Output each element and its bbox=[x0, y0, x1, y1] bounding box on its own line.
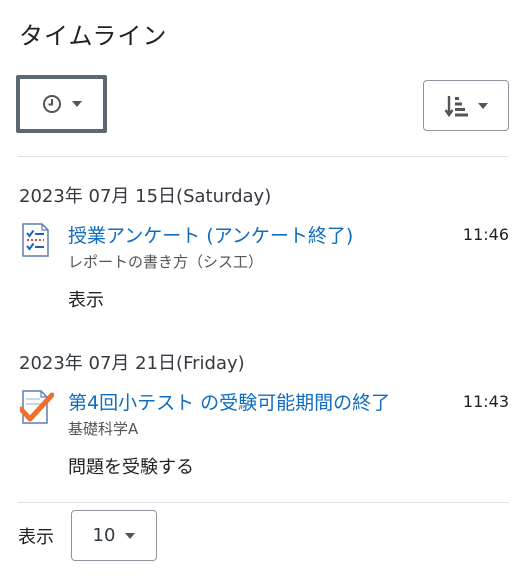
date-heading: 2023年 07月 15日(Saturday) bbox=[19, 186, 272, 207]
quiz-icon bbox=[18, 389, 55, 429]
event-link[interactable]: 第4回小テスト の受験可能期間の終了 bbox=[68, 388, 390, 415]
page-title: タイムライン bbox=[19, 22, 168, 50]
sort-dropdown-button[interactable] bbox=[423, 80, 509, 131]
chevron-down-icon bbox=[125, 532, 136, 539]
page-size-value: 10 bbox=[92, 525, 116, 546]
chevron-down-icon bbox=[478, 102, 488, 109]
clock-icon bbox=[42, 94, 62, 114]
chevron-down-icon bbox=[71, 101, 82, 107]
event-time: 11:46 bbox=[462, 225, 509, 244]
event-action-link[interactable]: 問題を受験する bbox=[68, 453, 194, 479]
date-heading: 2023年 07月 21日(Friday) bbox=[19, 353, 245, 374]
event-link[interactable]: 授業アンケート (アンケート終了) bbox=[68, 221, 353, 248]
page-size-select[interactable]: 10 bbox=[71, 510, 157, 561]
filter-dropdown-button[interactable] bbox=[16, 75, 107, 133]
page-size-label: 表示 bbox=[18, 527, 54, 548]
sort-descending-icon bbox=[444, 94, 468, 118]
event-course: 基礎科学A bbox=[68, 420, 139, 438]
event-time: 11:43 bbox=[462, 392, 509, 411]
event-action-link[interactable]: 表示 bbox=[68, 286, 104, 312]
divider bbox=[18, 156, 509, 157]
divider bbox=[18, 502, 509, 503]
event-course: レポートの書き方（シス工） bbox=[68, 253, 264, 271]
feedback-icon bbox=[20, 222, 52, 262]
